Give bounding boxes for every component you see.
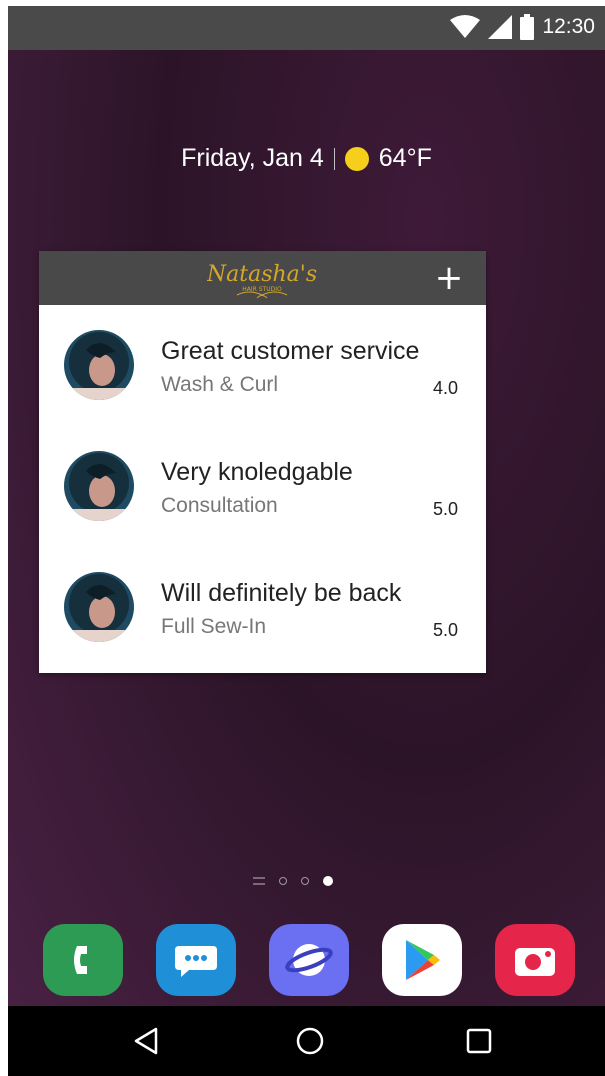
page-indicator[interactable] — [253, 876, 333, 886]
review-title: Very knoledgable — [161, 458, 353, 486]
review-title: Great customer service — [161, 337, 420, 365]
home-pages-icon — [253, 877, 265, 885]
wifi-icon — [450, 15, 481, 38]
reviews-widget: Natasha's HAIR STUDIO + Great customer s… — [39, 251, 486, 673]
messages-app[interactable] — [156, 924, 236, 996]
home-icon — [296, 1027, 324, 1055]
date-label: Friday, Jan 4 — [181, 144, 324, 172]
home-screen: 12:30 Friday, Jan 4 64°F Natasha's HAIR … — [8, 6, 605, 1076]
back-icon — [134, 1027, 158, 1055]
natashas-hair-studio-logo: Natasha's HAIR STUDIO — [207, 262, 317, 299]
messages-icon — [175, 946, 217, 977]
review-title: Will definitely be back — [161, 579, 402, 607]
avatar — [64, 330, 134, 400]
review-service: Wash & Curl — [161, 373, 279, 396]
internet-app[interactable] — [269, 924, 349, 996]
status-icons: 12:30 — [450, 14, 595, 40]
avatar — [64, 451, 134, 521]
phone-app[interactable] — [43, 924, 123, 996]
phone-icon — [74, 946, 87, 974]
widget-header: Natasha's HAIR STUDIO + — [39, 251, 486, 305]
page-dot — [279, 877, 287, 885]
camera-app[interactable] — [495, 924, 575, 996]
recents-button[interactable] — [459, 1021, 499, 1061]
recents-icon — [466, 1028, 492, 1054]
review-item[interactable]: Great customer service Wash & Curl 4.0 — [39, 305, 486, 426]
page-dot-active — [323, 876, 333, 886]
review-item[interactable]: Will definitely be back Full Sew-In 5.0 — [39, 547, 486, 668]
cell-signal-icon — [488, 15, 513, 39]
review-service: Full Sew-In — [161, 615, 267, 638]
review-item[interactable]: Very knoledgable Consultation 5.0 — [39, 426, 486, 547]
camera-icon — [515, 948, 555, 976]
status-time: 12:30 — [542, 15, 595, 38]
battery-icon — [520, 14, 535, 40]
review-list: Great customer service Wash & Curl 4.0 V… — [39, 305, 486, 668]
review-rating: 5.0 — [432, 499, 458, 519]
review-rating: 4.0 — [432, 378, 458, 398]
internet-browser-icon — [285, 944, 333, 976]
navigation-bar — [8, 1006, 605, 1076]
temperature-label: 64°F — [378, 144, 432, 172]
date-weather-widget[interactable]: Friday, Jan 4 64°F — [8, 144, 605, 173]
back-button[interactable] — [126, 1021, 166, 1061]
page-dot — [301, 877, 309, 885]
avatar — [64, 572, 134, 642]
play-store-icon — [406, 940, 440, 980]
review-service: Consultation — [161, 494, 278, 517]
add-review-button[interactable]: + — [432, 259, 466, 297]
svg-text:Natasha's: Natasha's — [207, 262, 317, 287]
divider — [333, 147, 335, 170]
status-bar: 12:30 — [8, 6, 605, 50]
sun-icon — [344, 146, 369, 171]
home-button[interactable] — [290, 1021, 330, 1061]
review-rating: 5.0 — [432, 620, 458, 640]
app-dock — [8, 916, 605, 1006]
play-store-app[interactable] — [382, 924, 462, 996]
